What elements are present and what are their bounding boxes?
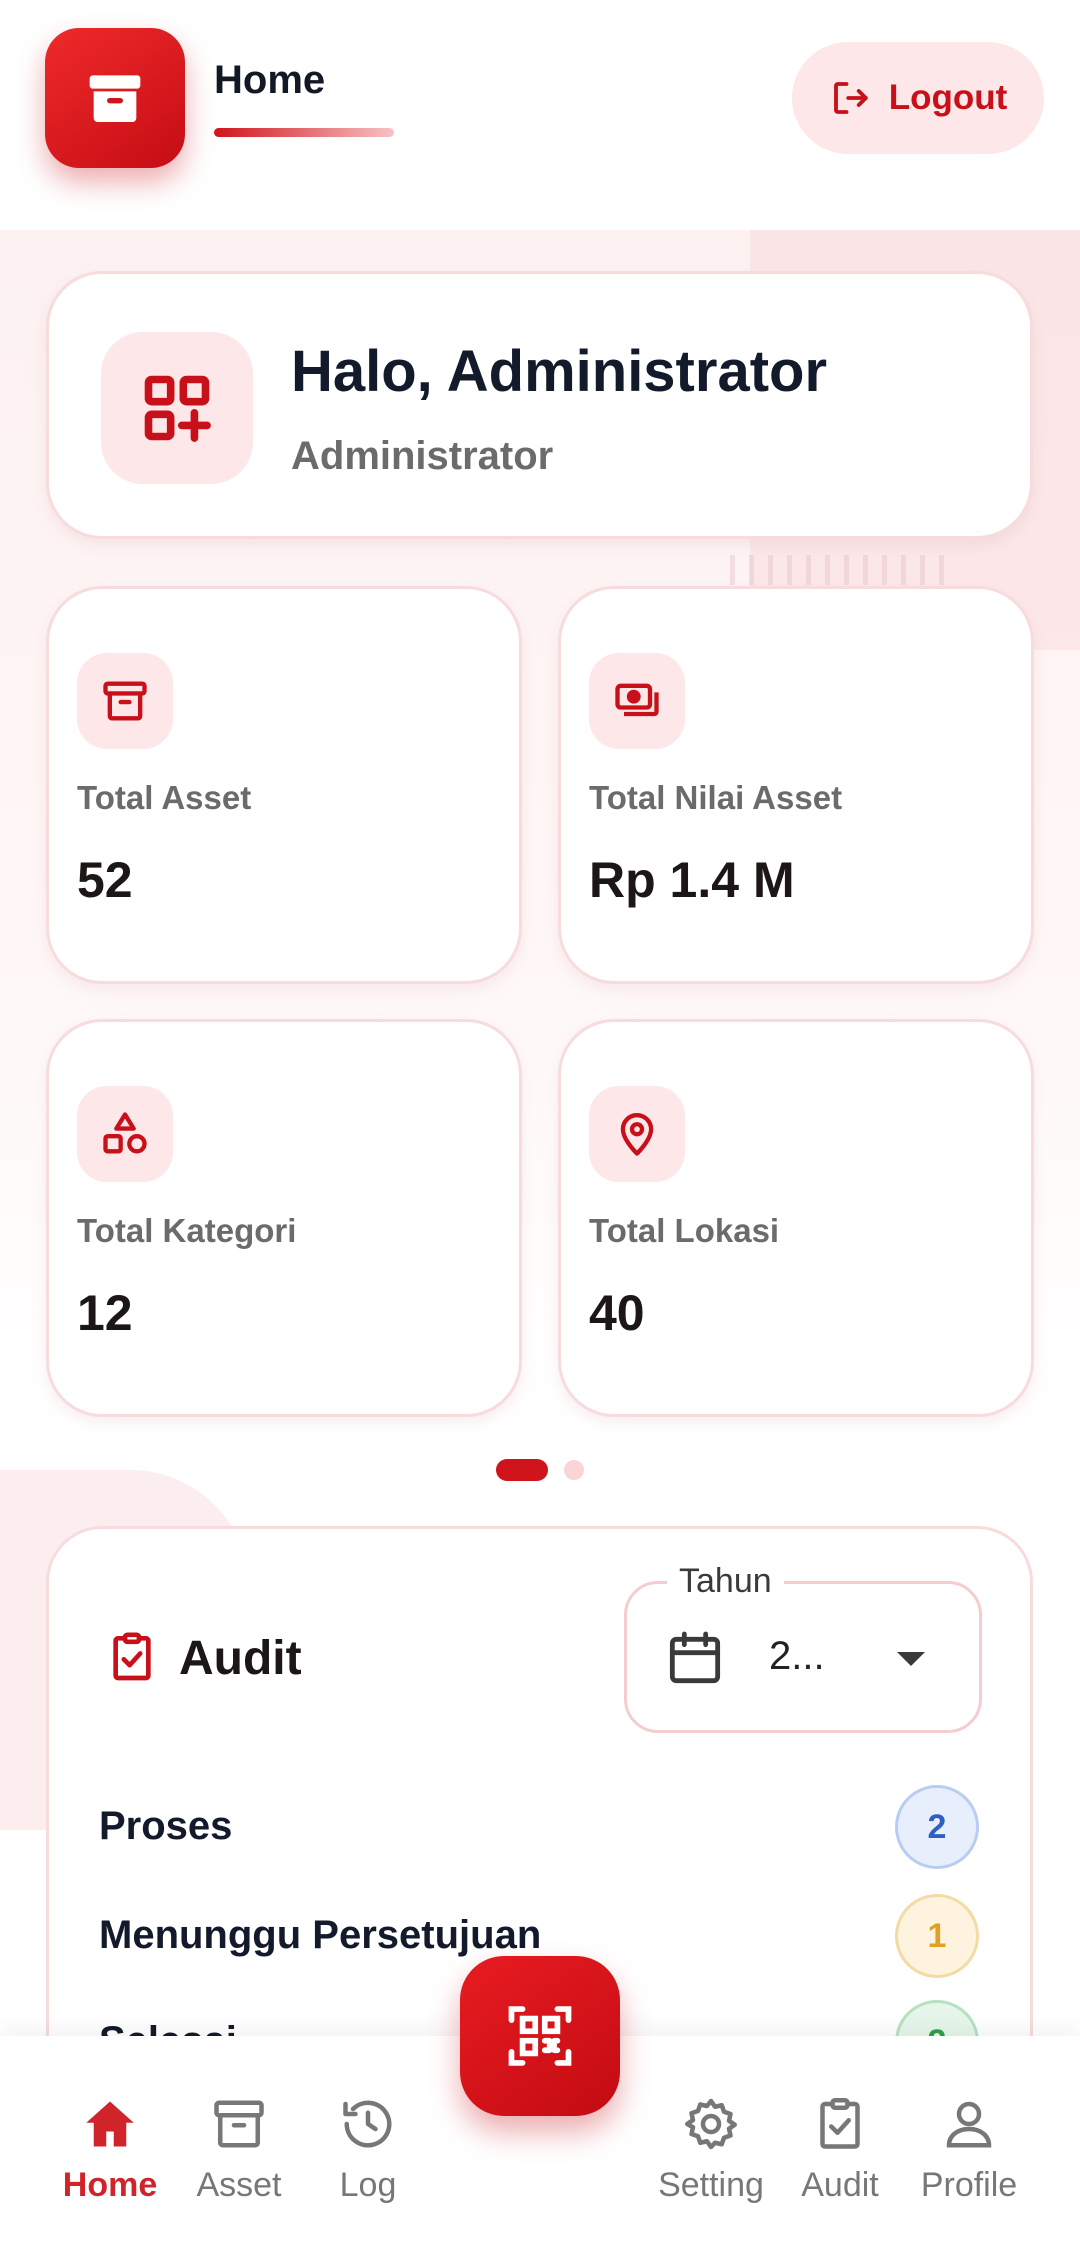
stat-card-total-lokasi[interactable]: Total Lokasi 40 (558, 1019, 1034, 1417)
stat-card-total-nilai-asset[interactable]: Total Nilai Asset Rp 1.4 M (558, 586, 1034, 984)
stat-label: Total Kategori (77, 1212, 297, 1249)
qr-scan-icon (508, 2006, 572, 2066)
greeting-title: Halo, Administrator (291, 339, 828, 404)
year-select-value: 2... (769, 1634, 825, 1678)
stat-value: 40 (589, 1285, 645, 1341)
logout-icon (833, 82, 868, 114)
page-title: Home (214, 58, 326, 102)
nav-label: Log (339, 2166, 397, 2204)
nav-item-audit[interactable]: Audit (775, 2094, 905, 2205)
nav-item-asset[interactable]: Asset (174, 2094, 304, 2205)
archive-icon (214, 2100, 264, 2148)
apps-add-icon (144, 375, 211, 442)
nav-label: Setting (658, 2166, 764, 2204)
shapes-icon (103, 1112, 147, 1154)
stat-value: 52 (77, 852, 133, 908)
year-select-label: Tahun (667, 1562, 784, 1601)
home-icon (86, 2101, 134, 2147)
greeting-icon-box (101, 332, 253, 484)
logout-button[interactable]: Logout (792, 42, 1044, 154)
stat-icon-box (589, 1086, 685, 1182)
audit-row-label: Proses (99, 1804, 233, 1848)
person-icon (946, 2101, 992, 2148)
year-select[interactable]: Tahun 2... (624, 1562, 982, 1733)
calendar-icon (669, 1631, 721, 1684)
nav-label: Home (62, 2166, 158, 2204)
stat-card-total-asset[interactable]: Total Asset 52 (46, 586, 522, 984)
audit-count-badge: 2 (895, 1785, 979, 1869)
gear-icon (685, 2098, 737, 2150)
stat-label: Total Lokasi (589, 1212, 780, 1249)
qr-scan-button[interactable] (460, 1956, 620, 2116)
app-header: Home Logout (0, 0, 1080, 230)
page-title-underline (214, 128, 394, 137)
audit-count-badge: 1 (895, 1894, 979, 1978)
logout-label: Logout (888, 78, 1008, 117)
nav-label: Audit (801, 2166, 879, 2204)
money-icon (615, 683, 659, 717)
page-indicator (0, 1458, 1080, 1482)
location-pin-icon (620, 1113, 654, 1156)
greeting-card: Halo, Administrator Administrator (46, 271, 1033, 539)
greeting-role: Administrator (291, 434, 554, 478)
stat-value: Rp 1.4 M (589, 852, 795, 908)
nav-item-home[interactable]: Home (45, 2094, 175, 2205)
audit-title: Audit (179, 1632, 302, 1685)
stat-icon-box (589, 653, 685, 749)
nav-label: Asset (196, 2166, 282, 2204)
archive-icon (89, 75, 141, 122)
page-dot[interactable] (564, 1460, 584, 1480)
stat-value: 12 (77, 1285, 133, 1341)
archive-icon (103, 681, 147, 721)
history-icon (343, 2100, 392, 2148)
nav-item-profile[interactable]: Profile (904, 2094, 1034, 2205)
clipboard-check-icon (113, 1632, 151, 1681)
stat-card-total-kategori[interactable]: Total Kategori 12 (46, 1019, 522, 1417)
page-dot-active[interactable] (496, 1459, 548, 1481)
audit-row-proses[interactable]: Proses 2 (99, 1782, 979, 1872)
stat-label: Total Asset (77, 779, 252, 816)
nav-item-log[interactable]: Log (303, 2094, 433, 2205)
stat-icon-box (77, 1086, 173, 1182)
clipboard-check-icon (820, 2098, 860, 2149)
audit-row-label: Menunggu Persetujuan (99, 1913, 542, 1957)
stat-label: Total Nilai Asset (589, 779, 843, 816)
app-logo (45, 28, 185, 168)
stat-icon-box (77, 653, 173, 749)
chevron-down-icon (897, 1652, 925, 1666)
nav-item-setting[interactable]: Setting (646, 2094, 776, 2205)
nav-label: Profile (920, 2166, 1018, 2204)
